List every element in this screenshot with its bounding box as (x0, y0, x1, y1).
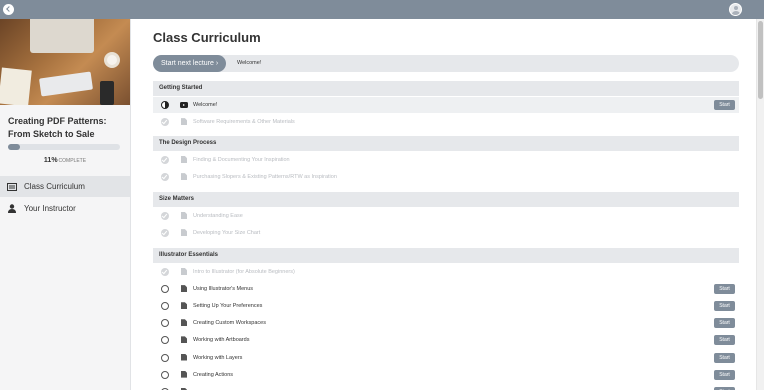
lecture-title: Working with Layers (193, 354, 243, 361)
sidebar-item-your-instructor[interactable]: Your Instructor (0, 198, 130, 219)
sidebar: Creating PDF Patterns: From Sketch to Sa… (0, 19, 131, 390)
incomplete-circle-icon (161, 302, 169, 311)
lecture-row[interactable]: Creating Actions Start (153, 367, 739, 383)
scrollbar[interactable] (756, 19, 764, 390)
lecture-row[interactable]: Using Illustrator's Menus Start (153, 281, 739, 297)
lecture-title: Welcome! (193, 102, 218, 108)
start-button[interactable]: Start (714, 301, 735, 312)
completed-check-icon (161, 229, 169, 238)
section-header: Getting Started (153, 81, 739, 96)
lecture-row[interactable]: Working with Artboards Start (153, 332, 739, 348)
lecture-row[interactable]: Start (153, 384, 739, 390)
lecture-title: Setting Up Your Preferences (193, 303, 263, 310)
lecture-title: Purchasing Slopers & Existing Patterns/R… (193, 174, 337, 181)
progress-bar (8, 144, 120, 150)
completed-check-icon (161, 212, 169, 220)
document-icon (181, 156, 187, 163)
course-title: Creating PDF Patterns: From Sketch to Sa… (8, 116, 107, 139)
document-icon (181, 118, 187, 126)
document-icon (181, 212, 187, 219)
lecture-title: Intro to Illustrator (for Absolute Begin… (193, 269, 295, 275)
lecture-row[interactable]: Creating Custom Workspaces Start (153, 315, 739, 331)
document-icon (181, 302, 187, 310)
back-arrow-icon[interactable] (3, 4, 14, 15)
main-content: Class Curriculum Start next lecture › We… (131, 19, 756, 390)
incomplete-circle-icon (161, 370, 169, 379)
completed-check-icon (161, 156, 169, 164)
next-lecture-bar: Start next lecture › Welcome! (153, 55, 739, 72)
lecture-title: Creating Actions (193, 371, 234, 378)
incomplete-circle-icon (161, 353, 169, 362)
document-icon (181, 173, 187, 181)
lecture-title: Understanding Ease (193, 213, 243, 219)
completed-check-icon (161, 268, 169, 276)
video-icon (180, 102, 188, 108)
lecture-row[interactable]: Purchasing Slopers & Existing Patterns/R… (153, 169, 739, 185)
incomplete-circle-icon (161, 319, 169, 328)
lecture-row[interactable]: Intro to Illustrator (for Absolute Begin… (153, 264, 739, 280)
document-icon (181, 285, 187, 293)
progress-percent: 11% (43, 157, 58, 164)
lecture-title: Creating Custom Workspaces (193, 320, 266, 327)
top-bar (0, 0, 764, 19)
completed-check-icon (161, 173, 169, 182)
user-avatar-icon[interactable] (729, 3, 742, 16)
progress-text: 11%COMPLETE (0, 157, 130, 164)
page-title: Class Curriculum (153, 30, 261, 45)
section-header: Size Matters (153, 192, 739, 207)
document-icon (181, 319, 187, 327)
lecture-title: Working with Artboards (193, 337, 250, 344)
progress-complete-label: COMPLETE (58, 158, 87, 164)
start-button[interactable]: Start (714, 369, 735, 380)
completed-check-icon (161, 118, 169, 127)
lecture-row[interactable]: Developing Your Size Chart (153, 225, 739, 241)
lecture-title: Software Requirements & Other Materials (193, 119, 295, 126)
user-icon (3, 204, 21, 213)
lecture-row[interactable]: Working with Layers Start (153, 350, 739, 366)
incomplete-circle-icon (161, 336, 169, 345)
document-icon (181, 229, 187, 237)
sidebar-item-label: Your Instructor (24, 204, 76, 213)
lecture-row[interactable]: Finding & Documenting Your Inspiration (153, 152, 739, 168)
start-button[interactable]: Start (714, 318, 735, 329)
sidebar-item-class-curriculum[interactable]: Class Curriculum (0, 176, 130, 197)
incomplete-circle-icon (161, 285, 169, 294)
lecture-title: Using Illustrator's Menus (193, 286, 254, 293)
lecture-title: Finding & Documenting Your Inspiration (193, 157, 290, 163)
scrollbar-thumb[interactable] (758, 21, 763, 99)
start-button[interactable]: Start (714, 284, 735, 295)
start-button[interactable]: Start (714, 100, 735, 110)
lecture-title: Developing Your Size Chart (193, 230, 261, 237)
document-icon (181, 336, 187, 344)
next-lecture-title: Welcome! (237, 60, 262, 66)
document-icon (181, 268, 187, 275)
start-button[interactable]: Start (714, 352, 735, 363)
in-progress-icon (161, 101, 169, 109)
start-button[interactable]: Start (714, 335, 735, 346)
progress-bar-fill (8, 144, 21, 150)
lecture-row[interactable]: Software Requirements & Other Materials (153, 114, 739, 130)
sidebar-item-label: Class Curriculum (24, 182, 85, 191)
document-icon (181, 370, 187, 378)
start-next-lecture-button[interactable]: Start next lecture › (153, 55, 227, 72)
course-cover-image (0, 19, 130, 105)
lecture-row[interactable]: Setting Up Your Preferences Start (153, 298, 739, 314)
lecture-row[interactable]: Understanding Ease (153, 208, 739, 224)
section-header: The Design Process (153, 136, 739, 151)
section-header: Illustrator Essentials (153, 248, 739, 263)
lecture-row[interactable]: Welcome! Start (153, 97, 739, 113)
curriculum-icon (3, 182, 21, 191)
document-icon (181, 353, 187, 361)
